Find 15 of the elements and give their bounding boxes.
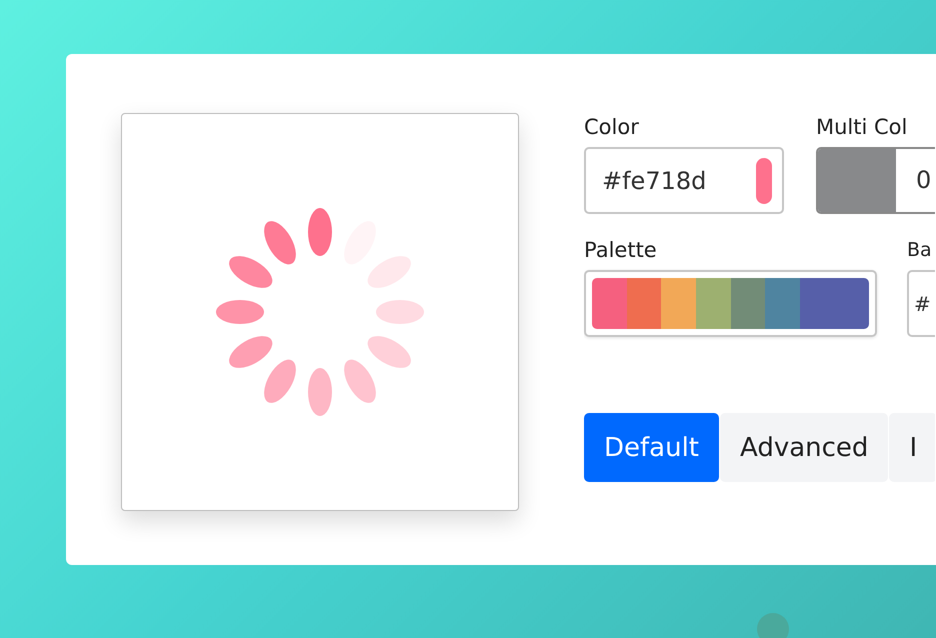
field-label: Ba [907, 238, 933, 263]
background-field[interactable]: # [907, 270, 935, 337]
tab[interactable]: Advanced [720, 413, 888, 482]
palette-field[interactable] [584, 270, 877, 337]
field-label: Color [584, 114, 640, 141]
color-field[interactable]: #fe718d [584, 147, 784, 214]
field-label: Multi Col [816, 114, 908, 141]
multi-color-field[interactable]: 0 [816, 147, 935, 214]
field-label: Palette [584, 237, 658, 264]
multi-color-value: 0 [915, 165, 932, 196]
color-swatch [756, 158, 772, 204]
color-value: #fe718d [602, 166, 706, 194]
decor-circle [757, 613, 789, 638]
tab[interactable]: I [889, 413, 935, 482]
tab[interactable]: Default [584, 413, 719, 482]
